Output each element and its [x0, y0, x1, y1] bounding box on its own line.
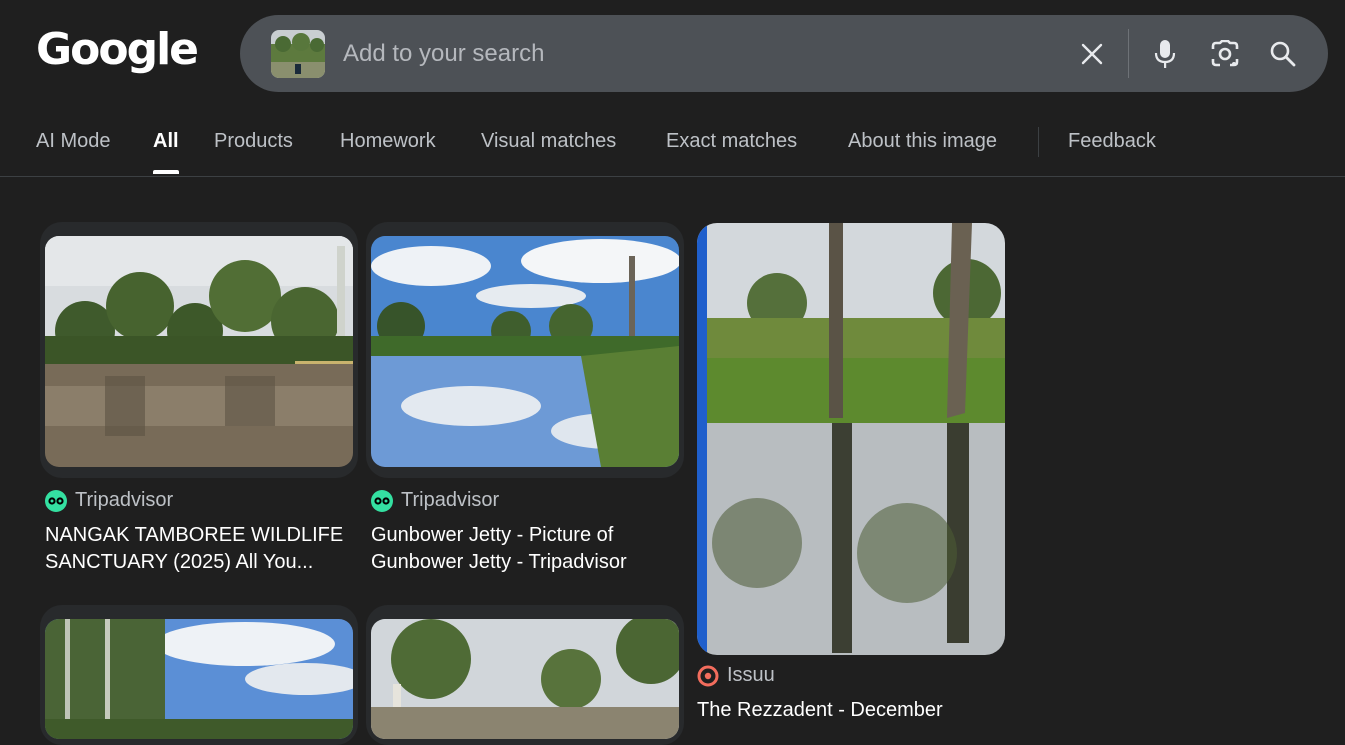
header: Google	[0, 0, 1345, 110]
search-icon[interactable]	[1266, 37, 1300, 71]
tabs-divider	[1038, 127, 1039, 157]
search-tabs: AI Mode All Products Homework Visual mat…	[0, 110, 1345, 177]
result-source[interactable]: Issuu	[697, 664, 775, 687]
result-image[interactable]	[45, 236, 353, 467]
result-source-name: Issuu	[727, 664, 775, 686]
tab-homework[interactable]: Homework	[340, 130, 436, 153]
close-icon[interactable]	[1075, 37, 1109, 71]
google-logo[interactable]: Google	[36, 24, 199, 75]
microphone-icon[interactable]	[1148, 37, 1182, 71]
tab-visual-matches[interactable]: Visual matches	[481, 130, 616, 153]
tab-products[interactable]: Products	[214, 130, 293, 153]
search-divider	[1128, 29, 1129, 78]
tripadvisor-icon	[371, 489, 393, 512]
tab-ai-mode[interactable]: AI Mode	[36, 130, 110, 153]
tripadvisor-icon	[45, 489, 67, 512]
result-title[interactable]: Gunbower Jetty - Picture of Gunbower Jet…	[371, 522, 681, 576]
result-image[interactable]	[371, 236, 679, 467]
search-bar[interactable]	[240, 15, 1328, 92]
result-image[interactable]	[371, 619, 679, 739]
tab-about-this-image[interactable]: About this image	[848, 130, 997, 153]
result-image[interactable]	[45, 619, 353, 739]
result-source[interactable]: Tripadvisor	[371, 489, 499, 512]
result-title[interactable]: The Rezzadent - December	[697, 697, 1007, 724]
issuu-icon	[697, 665, 719, 687]
tab-exact-matches[interactable]: Exact matches	[666, 130, 797, 153]
result-source[interactable]: Tripadvisor	[45, 489, 173, 512]
result-title[interactable]: NANGAK TAMBOREE WILDLIFE SANCTUARY (2025…	[45, 522, 355, 576]
tab-all[interactable]: All	[153, 130, 179, 153]
result-source-name: Tripadvisor	[75, 489, 174, 511]
search-input[interactable]	[343, 39, 1043, 69]
search-image-thumbnail[interactable]	[271, 30, 325, 78]
result-source-name: Tripadvisor	[401, 489, 500, 511]
result-image[interactable]	[697, 223, 1005, 655]
active-tab-indicator	[153, 170, 179, 174]
tab-feedback[interactable]: Feedback	[1068, 130, 1156, 153]
lens-icon[interactable]	[1208, 37, 1242, 71]
